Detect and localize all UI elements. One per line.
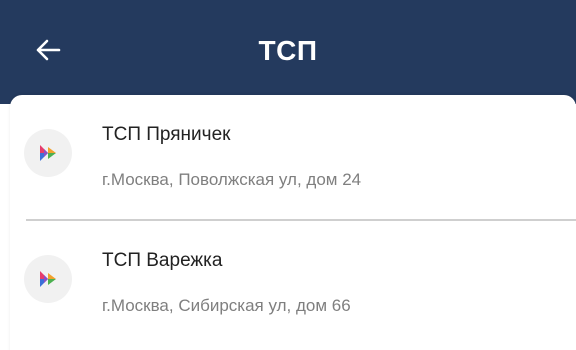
merchant-name: ТСП Пряничек [102, 124, 231, 145]
merchant-logo-icon [24, 129, 72, 177]
page-title: ТСП [258, 35, 318, 66]
merchant-list: ТСП Пряничек г.Москва, Поволжская ул, до… [10, 95, 576, 350]
merchant-address: г.Москва, Сибирская ул, дом 66 [102, 296, 351, 315]
app-header: ТСП [0, 0, 576, 104]
list-item-merchant[interactable]: ТСП Варежка г.Москва, Сибирская ул, дом … [10, 221, 576, 331]
merchant-address: г.Москва, Поволжская ул, дом 24 [102, 170, 362, 189]
merchant-name: ТСП Варежка [102, 250, 223, 271]
app-screen: ТСП ТСП Пряничек г.Москва, Поволжская ул… [0, 0, 576, 350]
merchant-logo-icon [24, 255, 72, 303]
list-item-merchant[interactable]: ТСП Пряничек г.Москва, Поволжская ул, до… [10, 95, 576, 205]
